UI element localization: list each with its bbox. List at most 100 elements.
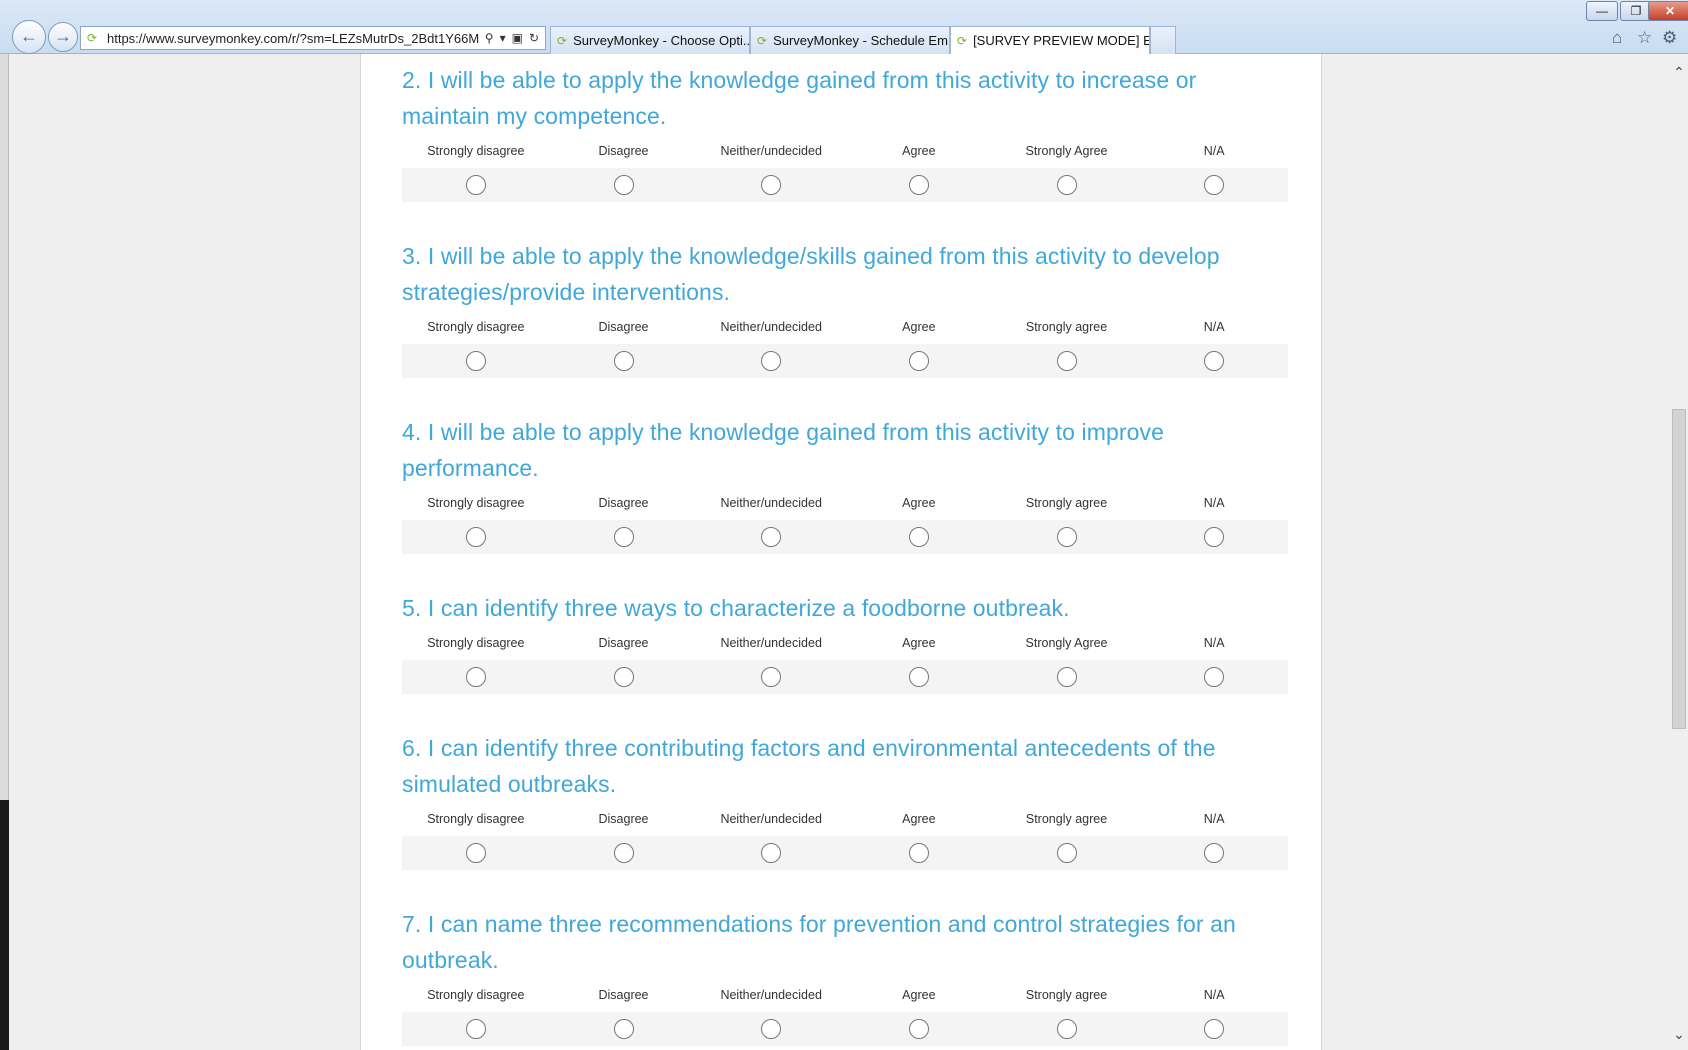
question-title: 7. I can name three recommendations for … — [402, 911, 1236, 973]
scale-label: Agree — [902, 988, 936, 1002]
radio-na[interactable] — [1204, 667, 1225, 687]
radio-strongly-disagree[interactable] — [465, 527, 486, 547]
lock-icon[interactable]: ▣ — [512, 31, 523, 45]
scale-label: Neither/undecided — [720, 988, 822, 1002]
question-title: 4. I will be able to apply the knowledge… — [402, 419, 1164, 481]
scale-label: Agree — [902, 320, 936, 334]
close-window-icon[interactable]: ✕ — [1648, 1, 1688, 21]
radio-agree[interactable] — [908, 175, 929, 195]
surveymonkey-favicon-icon: ⟳ — [87, 31, 98, 45]
scale-label: N/A — [1203, 988, 1225, 1002]
radio-strongly-disagree[interactable] — [465, 351, 486, 371]
gear-icon[interactable]: ⚙ — [1662, 28, 1677, 48]
radio-neither[interactable] — [761, 843, 782, 863]
address-bar[interactable]: ⟳ https://www.surveymonkey.com/r/?sm=LEZ… — [80, 26, 546, 50]
scale-label: Strongly disagree — [427, 496, 525, 510]
radio-na[interactable] — [1204, 1019, 1225, 1039]
surveymonkey-favicon-icon: ⟳ — [957, 33, 968, 48]
radio-neither[interactable] — [761, 1019, 782, 1039]
question-title: 2. I will be able to apply the knowledge… — [402, 67, 1197, 129]
radio-neither[interactable] — [761, 667, 782, 687]
radio-neither[interactable] — [761, 527, 782, 547]
radio-neither[interactable] — [761, 351, 782, 371]
home-icon[interactable]: ⌂ — [1612, 28, 1622, 48]
question-title: 5. I can identify three ways to characte… — [402, 595, 1070, 621]
rating-matrix: Strongly disagree Disagree Neither/undec… — [402, 320, 1288, 378]
scale-label: Disagree — [598, 320, 649, 334]
scale-label: Strongly Agree — [1025, 144, 1108, 158]
radio-strongly-agree[interactable] — [1056, 175, 1077, 195]
rating-matrix: Strongly disagree Disagree Neither/undec… — [402, 496, 1288, 554]
scale-label: Neither/undecided — [720, 812, 822, 826]
radio-agree[interactable] — [908, 843, 929, 863]
rating-matrix: Strongly disagree Disagree Neither/undec… — [402, 988, 1288, 1046]
tab-schedule-email[interactable]: ⟳ SurveyMonkey - Schedule Em... — [750, 26, 950, 54]
left-edge-dark — [0, 800, 9, 1050]
new-tab-button[interactable] — [1150, 26, 1176, 54]
radio-strongly-disagree[interactable] — [465, 843, 486, 863]
radio-strongly-disagree[interactable] — [465, 667, 486, 687]
refresh-icon[interactable]: ↻ — [529, 31, 539, 45]
scale-label: Agree — [902, 812, 936, 826]
radio-disagree[interactable] — [613, 351, 634, 371]
radio-agree[interactable] — [908, 527, 929, 547]
tab-label: SurveyMonkey - Schedule Em... — [773, 33, 950, 48]
radio-strongly-agree[interactable] — [1056, 1019, 1077, 1039]
radio-disagree[interactable] — [613, 527, 634, 547]
radio-strongly-agree[interactable] — [1056, 527, 1077, 547]
address-url[interactable]: https://www.surveymonkey.com/r/?sm=LEZsM… — [107, 31, 479, 46]
chevron-up-icon[interactable]: ⌃ — [1670, 64, 1688, 80]
radio-na[interactable] — [1204, 527, 1225, 547]
question-6: 6. I can identify three contributing fac… — [402, 730, 1288, 870]
radio-strongly-disagree[interactable] — [465, 175, 486, 195]
radio-strongly-agree[interactable] — [1056, 843, 1077, 863]
scale-label: Strongly disagree — [427, 988, 525, 1002]
scale-label: Agree — [902, 636, 936, 650]
radio-neither[interactable] — [761, 175, 782, 195]
radio-disagree[interactable] — [613, 1019, 634, 1039]
scale-label: N/A — [1203, 636, 1225, 650]
scale-label: Strongly disagree — [427, 320, 525, 334]
tab-label: [SURVEY PREVIEW MODE] E... — [973, 33, 1150, 48]
scale-label: Strongly agree — [1025, 812, 1108, 826]
scale-label: N/A — [1203, 144, 1225, 158]
scale-label: Strongly agree — [1025, 988, 1108, 1002]
tab-choose-options[interactable]: ⟳ SurveyMonkey - Choose Opti... — [550, 26, 750, 54]
page-scrollbar[interactable]: ⌃ ⌄ — [1670, 54, 1688, 1050]
radio-agree[interactable] — [908, 351, 929, 371]
dropdown-icon[interactable]: ▾ — [500, 31, 506, 45]
back-arrow-icon[interactable]: ← — [12, 20, 46, 54]
radio-na[interactable] — [1204, 351, 1225, 371]
star-icon[interactable]: ☆ — [1637, 28, 1652, 48]
radio-na[interactable] — [1204, 175, 1225, 195]
browser-chrome: ← → ⟳ https://www.surveymonkey.com/r/?sm… — [0, 0, 1688, 54]
tab-survey-preview[interactable]: ⟳ [SURVEY PREVIEW MODE] E... ✕ — [950, 26, 1150, 54]
tab-label: SurveyMonkey - Choose Opti... — [573, 33, 750, 48]
question-title: 6. I can identify three contributing fac… — [402, 735, 1216, 797]
scale-label: Strongly Agree — [1025, 636, 1108, 650]
radio-disagree[interactable] — [613, 667, 634, 687]
scale-label: N/A — [1203, 496, 1225, 510]
scale-label: N/A — [1203, 812, 1225, 826]
question-2: 2. I will be able to apply the knowledge… — [402, 62, 1288, 202]
question-7: 7. I can name three recommendations for … — [402, 906, 1288, 1046]
scrollbar-thumb[interactable] — [1672, 409, 1686, 729]
question-4: 4. I will be able to apply the knowledge… — [402, 414, 1288, 554]
radio-disagree[interactable] — [613, 843, 634, 863]
radio-agree[interactable] — [908, 667, 929, 687]
rating-matrix: Strongly disagree Disagree Neither/undec… — [402, 144, 1288, 202]
question-3: 3. I will be able to apply the knowledge… — [402, 238, 1288, 378]
radio-strongly-disagree[interactable] — [465, 1019, 486, 1039]
minimize-icon[interactable]: — — [1586, 1, 1618, 21]
search-icon[interactable]: ⚲ — [485, 31, 494, 45]
radio-agree[interactable] — [908, 1019, 929, 1039]
scale-label: Agree — [902, 144, 936, 158]
radio-strongly-agree[interactable] — [1056, 351, 1077, 371]
radio-strongly-agree[interactable] — [1056, 667, 1077, 687]
chevron-down-icon[interactable]: ⌄ — [1670, 1026, 1688, 1042]
rating-matrix: Strongly disagree Disagree Neither/undec… — [402, 636, 1288, 694]
surveymonkey-favicon-icon: ⟳ — [757, 33, 768, 48]
radio-disagree[interactable] — [613, 175, 634, 195]
radio-na[interactable] — [1204, 843, 1225, 863]
forward-arrow-icon[interactable]: → — [48, 22, 78, 52]
